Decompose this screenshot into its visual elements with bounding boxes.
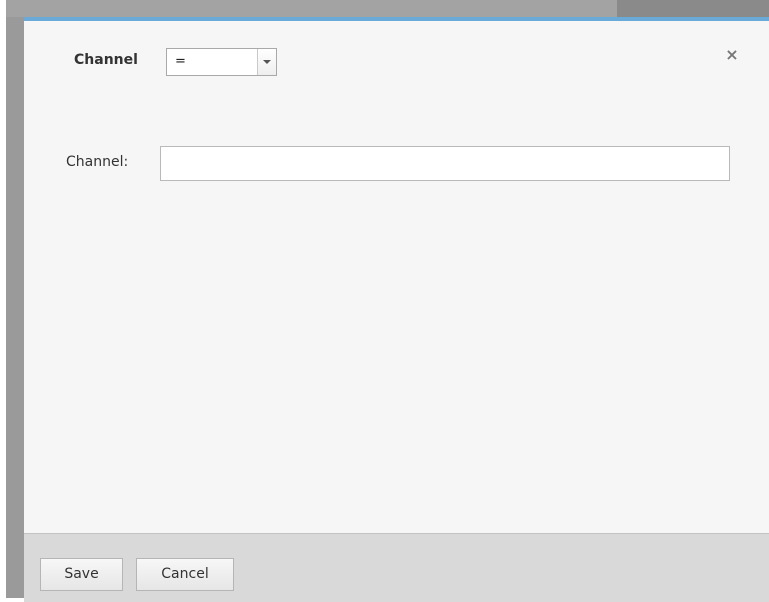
cancel-button[interactable]: Cancel bbox=[136, 558, 234, 591]
operator-select[interactable]: = bbox=[166, 48, 277, 76]
backdrop-top-dark-strip bbox=[617, 0, 769, 17]
filter-dialog: Channel = × Channel: Save Cancel bbox=[24, 17, 769, 602]
operator-select-value: = bbox=[175, 54, 186, 69]
close-icon[interactable]: × bbox=[725, 47, 739, 63]
filter-label: Channel bbox=[74, 52, 138, 68]
dialog-footer: Save Cancel bbox=[24, 533, 769, 602]
save-button[interactable]: Save bbox=[40, 558, 123, 591]
channel-input[interactable] bbox=[160, 146, 730, 181]
chevron-down-icon[interactable] bbox=[257, 49, 276, 75]
channel-field-label: Channel: bbox=[66, 154, 129, 170]
backdrop-left-strip bbox=[6, 0, 24, 598]
